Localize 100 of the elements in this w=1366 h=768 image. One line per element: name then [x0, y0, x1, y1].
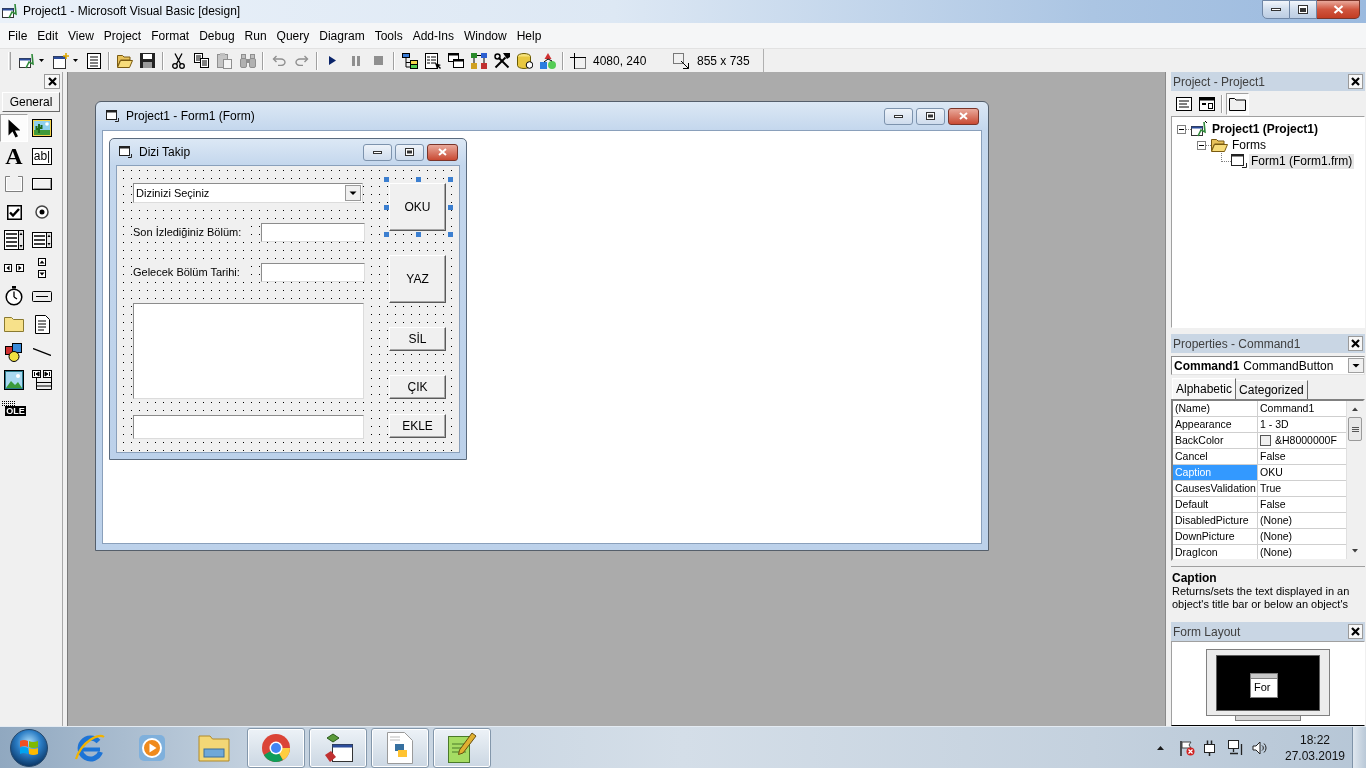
text-field[interactable] — [261, 223, 365, 242]
property-name[interactable]: (Name) — [1173, 401, 1258, 416]
taskbar-app-button[interactable] — [309, 727, 367, 768]
property-name[interactable]: DisabledPicture — [1173, 513, 1258, 528]
minimize-button[interactable] — [884, 107, 913, 125]
tree-item[interactable]: Project1 (Project1) — [1210, 121, 1321, 137]
menu-item[interactable]: Edit — [32, 25, 64, 46]
tool-button[interactable]: A — [0, 142, 28, 170]
minimize-button[interactable] — [1262, 0, 1290, 19]
form-canvas[interactable]: Dizinizi Seçiniz Son İzlediğiniz Bölüm: Gelecek Bölüm Tarihi: OKU YAZ SİL ÇIK EKLE — [116, 165, 460, 453]
tab[interactable]: Alphabetic — [1172, 378, 1237, 399]
close-button[interactable] — [1317, 0, 1360, 19]
close-button[interactable] — [44, 74, 60, 89]
description-text: Returns/sets the text displayed in an object's title bar or below an object's — [1172, 585, 1351, 611]
radio-button-icon — [35, 205, 49, 219]
close-button[interactable] — [1348, 624, 1363, 639]
taskbar-app-button[interactable] — [433, 727, 491, 768]
property-value[interactable]: OKU — [1258, 465, 1346, 480]
property-value[interactable]: (None) — [1258, 545, 1346, 559]
menu-item[interactable]: Window — [459, 25, 512, 46]
property-value[interactable]: True — [1258, 481, 1346, 496]
menu-item[interactable]: Query — [271, 25, 315, 46]
property-value[interactable]: False — [1258, 497, 1346, 512]
clock-date: 27.03.2019 — [1284, 747, 1346, 764]
text-field[interactable] — [133, 415, 364, 439]
toolbox-tab[interactable]: General — [2, 92, 60, 112]
save-icon — [140, 53, 155, 68]
command-button[interactable]: OKU — [389, 183, 446, 231]
taskbar-app-button[interactable] — [371, 727, 429, 768]
menu-item[interactable]: File — [3, 25, 33, 46]
scroll-thumb[interactable] — [1348, 417, 1362, 441]
project-icon — [18, 52, 35, 69]
property-name[interactable]: DragIcon — [1173, 545, 1258, 559]
tree-item[interactable]: Form1 (Form1.frm) — [1249, 153, 1355, 169]
menu-item[interactable]: Format — [146, 25, 195, 46]
folder-icon — [1229, 96, 1246, 111]
menu-item[interactable]: Project — [98, 25, 147, 46]
minimize-button[interactable] — [363, 143, 392, 161]
property-name[interactable]: Default — [1173, 497, 1258, 512]
maximize-button[interactable] — [916, 107, 945, 125]
script-document-icon — [386, 731, 414, 764]
menu-item[interactable]: Add-Ins — [407, 25, 459, 46]
close-button[interactable] — [948, 107, 979, 125]
form-preview[interactable]: For — [1250, 672, 1278, 698]
property-name[interactable]: Cancel — [1173, 449, 1258, 464]
caret-up-icon — [1157, 745, 1164, 750]
flag-icon — [1179, 739, 1195, 756]
menu-item[interactable]: Run — [239, 25, 272, 46]
menu-item[interactable]: Diagram — [314, 25, 370, 46]
maximize-button[interactable] — [395, 143, 424, 161]
taskbar-app-button[interactable] — [247, 727, 305, 768]
network-icon — [1228, 740, 1244, 755]
property-value[interactable]: 1 - 3D — [1258, 417, 1346, 432]
app-window-icon — [323, 732, 353, 763]
menu-item[interactable]: Debug — [194, 25, 240, 46]
text-field[interactable] — [261, 263, 365, 282]
form-icon — [119, 146, 132, 158]
property-name[interactable]: CausesValidation — [1173, 481, 1258, 496]
combo-box[interactable]: Dizinizi Seçiniz — [133, 183, 363, 203]
speaker-icon — [1252, 740, 1267, 755]
object-dropdown[interactable]: Command1 CommandButton — [1171, 356, 1365, 375]
property-name[interactable]: Appearance — [1173, 417, 1258, 432]
command-button[interactable]: EKLE — [389, 414, 446, 438]
property-value[interactable]: (None) — [1258, 513, 1346, 528]
property-value[interactable]: False — [1258, 449, 1346, 464]
folder-icon — [198, 733, 230, 762]
window-title: Project1 - Microsoft Visual Basic [design] — [23, 3, 241, 20]
tool-button[interactable] — [0, 114, 28, 142]
menu-item[interactable]: View — [63, 25, 99, 46]
tree-icon — [401, 52, 418, 69]
property-value[interactable]: (None) — [1258, 529, 1346, 544]
undo-icon — [271, 55, 286, 66]
tree-item[interactable]: Forms — [1230, 137, 1268, 153]
command-button[interactable]: YAZ — [389, 255, 446, 303]
maximize-button[interactable] — [1290, 0, 1317, 19]
close-button[interactable] — [1348, 336, 1363, 351]
command-button[interactable]: ÇIK — [389, 375, 446, 399]
menu-item[interactable]: Help — [511, 25, 547, 46]
shapes-icon — [5, 342, 23, 362]
clipboard-icon — [217, 52, 232, 69]
property-name[interactable]: DownPicture — [1173, 529, 1258, 544]
menu-item[interactable]: Tools — [369, 25, 408, 46]
checkbox-icon — [6, 204, 22, 220]
toolbar-button[interactable] — [1226, 92, 1249, 115]
close-button[interactable] — [427, 143, 458, 161]
close-button[interactable] — [1348, 74, 1363, 89]
property-value[interactable]: &H8000000F — [1258, 433, 1346, 448]
position-readout: 4080, 240 — [593, 52, 648, 70]
form-title: Dizi Takip — [139, 144, 191, 161]
combo-box-icon — [4, 230, 24, 250]
tool-button[interactable]: OLE — [0, 394, 28, 422]
toolbar-grip[interactable] — [8, 51, 11, 70]
selection-handles[interactable] — [384, 177, 453, 237]
property-value[interactable]: Command1 — [1258, 401, 1346, 416]
list-icon — [86, 52, 101, 69]
size-readout: 855 x 735 — [697, 52, 750, 70]
command-button[interactable]: SİL — [389, 327, 446, 351]
resize-icon — [673, 52, 689, 69]
open-folder-icon — [1211, 138, 1228, 152]
property-name[interactable]: BackColor — [1173, 433, 1258, 448]
